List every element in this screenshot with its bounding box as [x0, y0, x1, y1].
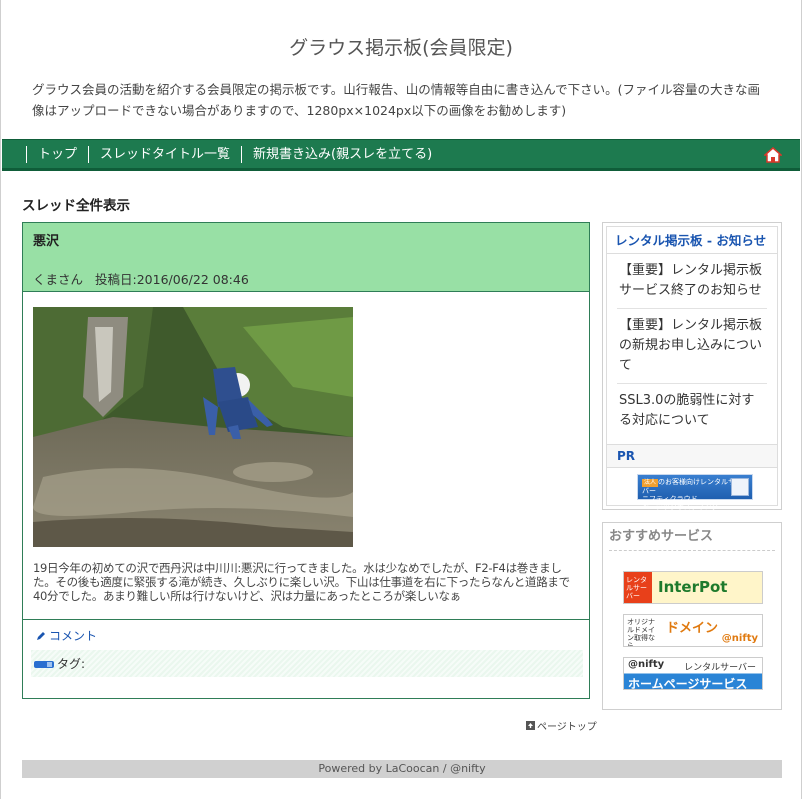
pr-banner-nifty-cloud[interactable]: 法人 のお客様向けレンタルサーバー ニフティクラウド ベーシックホスティング: [637, 474, 753, 511]
banner-interpot[interactable]: レンタルサーバー InterPot: [623, 571, 763, 604]
site-description: グラウス会員の活動を紹介する会員限定の掲示板です。山行報告、山の情報等自由に書き…: [32, 82, 761, 118]
tag-icon: [34, 660, 54, 668]
site-title: グラウス掲示板(会員限定): [289, 37, 513, 59]
arrow-up-icon: [526, 721, 535, 730]
notice-item-1[interactable]: 【重要】レンタル掲示板サービス終了のお知らせ: [617, 254, 767, 309]
nav-item-new-post[interactable]: 新規書き込み(親スレを立てる): [241, 145, 443, 163]
nav-bar: トップ スレッドタイトル一覧 新規書き込み(親スレを立てる): [2, 139, 800, 171]
page-top-link[interactable]: ページトップ: [526, 718, 597, 733]
home-icon[interactable]: [764, 147, 782, 163]
banner-homepage-brand: @nifty: [628, 659, 665, 670]
thread-posted-date: 投稿日:2016/06/22 08:46: [95, 272, 249, 287]
pr-banner-badge: 法人: [642, 479, 659, 487]
pr-banner-line3: ベーシックホスティング: [642, 503, 719, 511]
banner-homepage-tag: レンタルサーバー: [684, 663, 756, 673]
banner-homepage[interactable]: @nifty レンタルサーバー ホームページサービス: [623, 657, 763, 690]
nav-item-top[interactable]: トップ: [26, 145, 88, 163]
notice-item-2[interactable]: 【重要】レンタル掲示板の新規お申し込みについて: [617, 309, 767, 384]
notice-title: レンタル掲示板 - お知らせ: [607, 227, 777, 254]
page-top-label: ページトップ: [537, 722, 597, 733]
pr-banner-line2: ニフティクラウド: [642, 495, 698, 503]
section-heading: スレッド全件表示: [22, 198, 130, 214]
nav-item-thread-list[interactable]: スレッドタイトル一覧: [88, 145, 241, 163]
comment-label: コメント: [49, 629, 98, 643]
post-body: 19日今年の初めての沢で西丹沢は中川川:悪沢に行ってきました。水は少なめでしたが…: [33, 561, 570, 603]
banner-domain[interactable]: オリジナルドメイン取得なら ドメイン @nifty: [623, 614, 763, 647]
tag-label: タグ:: [57, 657, 86, 671]
thread-header: 悪沢 くまさん 投稿日:2016/06/22 08:46: [23, 223, 589, 292]
thread-title: 悪沢: [33, 234, 60, 249]
banner-interpot-side: レンタルサーバー: [626, 576, 647, 600]
footer: Powered by LaCoocan / @nifty: [22, 760, 782, 778]
thread-divider: [23, 619, 589, 620]
thread-meta: くまさん 投稿日:2016/06/22 08:46: [33, 269, 249, 288]
server-icon: [731, 478, 749, 496]
notice-inner: レンタル掲示板 - お知らせ 【重要】レンタル掲示板サービス終了のお知らせ 【重…: [606, 226, 778, 511]
notice-box: レンタル掲示板 - お知らせ 【重要】レンタル掲示板サービス終了のお知らせ 【重…: [602, 222, 782, 511]
services-title: おすすめサービス: [609, 523, 775, 551]
banner-domain-text: ドメイン: [666, 621, 719, 636]
banner-homepage-text: ホームページサービス: [628, 677, 748, 690]
pr-title: PR: [607, 444, 777, 468]
banner-domain-sub: @nifty: [721, 633, 758, 644]
thread-post: 悪沢 くまさん 投稿日:2016/06/22 08:46 19日今年の初めての沢で…: [22, 222, 590, 699]
tag-row: タグ:: [31, 650, 583, 677]
post-photo[interactable]: [33, 307, 353, 547]
services-box: おすすめサービス レンタルサーバー InterPot オリジナルドメイン取得なら…: [602, 522, 782, 710]
comment-link[interactable]: コメント: [35, 627, 97, 644]
banner-interpot-text: InterPot: [658, 578, 728, 596]
notice-item-3[interactable]: SSL3.0の脆弱性に対する対応について: [617, 384, 767, 438]
pencil-icon: [37, 631, 45, 640]
banner-domain-side: オリジナルドメイン取得なら: [627, 618, 655, 647]
thread-author: くまさん: [33, 272, 84, 287]
